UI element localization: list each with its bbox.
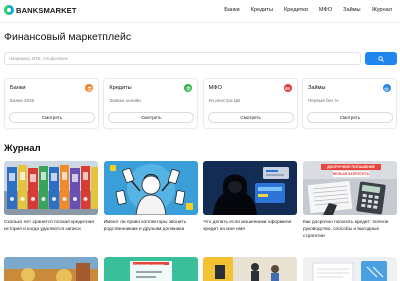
- view-mfo-button[interactable]: Смотреть: [207, 112, 294, 123]
- article-badge-sub: НЕЛЬЗЯ ЗАПРЕТИТЬ: [332, 171, 370, 177]
- journal-articles-row-2: Кредитная история: [4, 257, 397, 281]
- article-card[interactable]: ДОСРОЧНОЕ ПОГАШЕНИЕ НЕЛЬЗЯ ЗАПРЕТИТЬ Как…: [302, 161, 397, 241]
- nav-item-journal[interactable]: Журнал: [372, 7, 392, 13]
- article-image-credit-history: [103, 257, 198, 281]
- card-mfo: МФО Из реестра ЦБ Смотреть: [202, 78, 298, 129]
- nav-item-banks[interactable]: Банки: [224, 7, 239, 13]
- article-card[interactable]: Сколько лет хранится плохая кредитная ис…: [4, 161, 98, 241]
- credit-icon: [184, 84, 193, 92]
- article-image-coins: [4, 257, 98, 281]
- search-icon: [378, 55, 384, 62]
- card-credits: Кредиты Заявка онлайн Смотреть: [103, 78, 199, 129]
- card-subtitle: Банки 2026: [10, 98, 35, 103]
- journal-title: Журнал: [4, 143, 41, 154]
- card-title: Банки: [10, 85, 26, 91]
- search-button[interactable]: [365, 52, 397, 65]
- article-card[interactable]: [302, 257, 397, 281]
- view-loans-button[interactable]: Смотреть: [306, 112, 393, 123]
- article-image-phones: [103, 161, 198, 215]
- card-subtitle: Первый без %: [307, 98, 339, 103]
- article-title: Что делать если мошенники оформили креди…: [203, 220, 292, 232]
- card-title: МФО: [208, 85, 222, 91]
- article-card[interactable]: Кредитная история: [103, 257, 198, 281]
- category-cards: Банки Банки 2026 Смотреть Кредиты Заявка…: [4, 78, 397, 129]
- card-title: Кредиты: [109, 85, 132, 91]
- page-title: Финансовый маркетплейс: [4, 31, 132, 43]
- nav-item-credit-cards[interactable]: Кредитки: [284, 7, 308, 13]
- main-nav: Банки Кредиты Кредитки МФО Займы Журнал: [213, 7, 392, 13]
- bank-icon: [85, 84, 93, 92]
- card-title: Займы: [307, 85, 326, 91]
- article-image-hacker: [203, 161, 298, 215]
- top-header: BANKSMARKET Банки Кредиты Кредитки МФО З…: [0, 0, 400, 23]
- loan-icon: [382, 84, 391, 92]
- article-title: Имеют ли право коллекторы звонить родств…: [103, 220, 187, 232]
- logo-icon: [4, 5, 14, 15]
- card-loans: Займы Первый без % Смотреть: [301, 78, 397, 129]
- site-logo[interactable]: BANKSMARKET: [4, 5, 77, 15]
- nav-item-mfo[interactable]: МФО: [319, 7, 332, 13]
- article-image-label: Кредитная история: [133, 263, 164, 267]
- article-badge: ДОСРОЧНОЕ ПОГАШЕНИЕ: [320, 164, 381, 170]
- article-card[interactable]: [203, 257, 298, 281]
- journal-articles: Сколько лет хранится плохая кредитная ис…: [4, 161, 397, 241]
- article-title: Сколько лет хранится плохая кредитная ис…: [4, 220, 94, 232]
- article-image-binders: [4, 161, 98, 215]
- article-image-people: [203, 257, 298, 281]
- view-banks-button[interactable]: Смотреть: [9, 112, 95, 123]
- article-image-calculator: ДОСРОЧНОЕ ПОГАШЕНИЕ НЕЛЬЗЯ ЗАПРЕТИТЬ: [302, 161, 397, 215]
- article-image-documents: [302, 257, 397, 281]
- logo-text: BANKSMARKET: [16, 5, 77, 15]
- article-card[interactable]: Что делать если мошенники оформили креди…: [203, 161, 298, 241]
- nav-item-credits[interactable]: Кредиты: [251, 7, 273, 13]
- mfo-icon: [283, 84, 292, 92]
- article-card[interactable]: Имеют ли право коллекторы звонить родств…: [103, 161, 198, 241]
- card-subtitle: Заявка онлайн: [109, 98, 141, 103]
- nav-item-loans[interactable]: Займы: [343, 7, 360, 13]
- card-subtitle: Из реестра ЦБ: [208, 98, 241, 103]
- search-input[interactable]: [4, 52, 361, 65]
- article-title: Как досрочно погасить кредит: полное рук…: [302, 220, 389, 239]
- view-credits-button[interactable]: Смотреть: [108, 112, 195, 123]
- article-card[interactable]: [4, 257, 98, 281]
- card-banks: Банки Банки 2026 Смотреть: [4, 78, 99, 129]
